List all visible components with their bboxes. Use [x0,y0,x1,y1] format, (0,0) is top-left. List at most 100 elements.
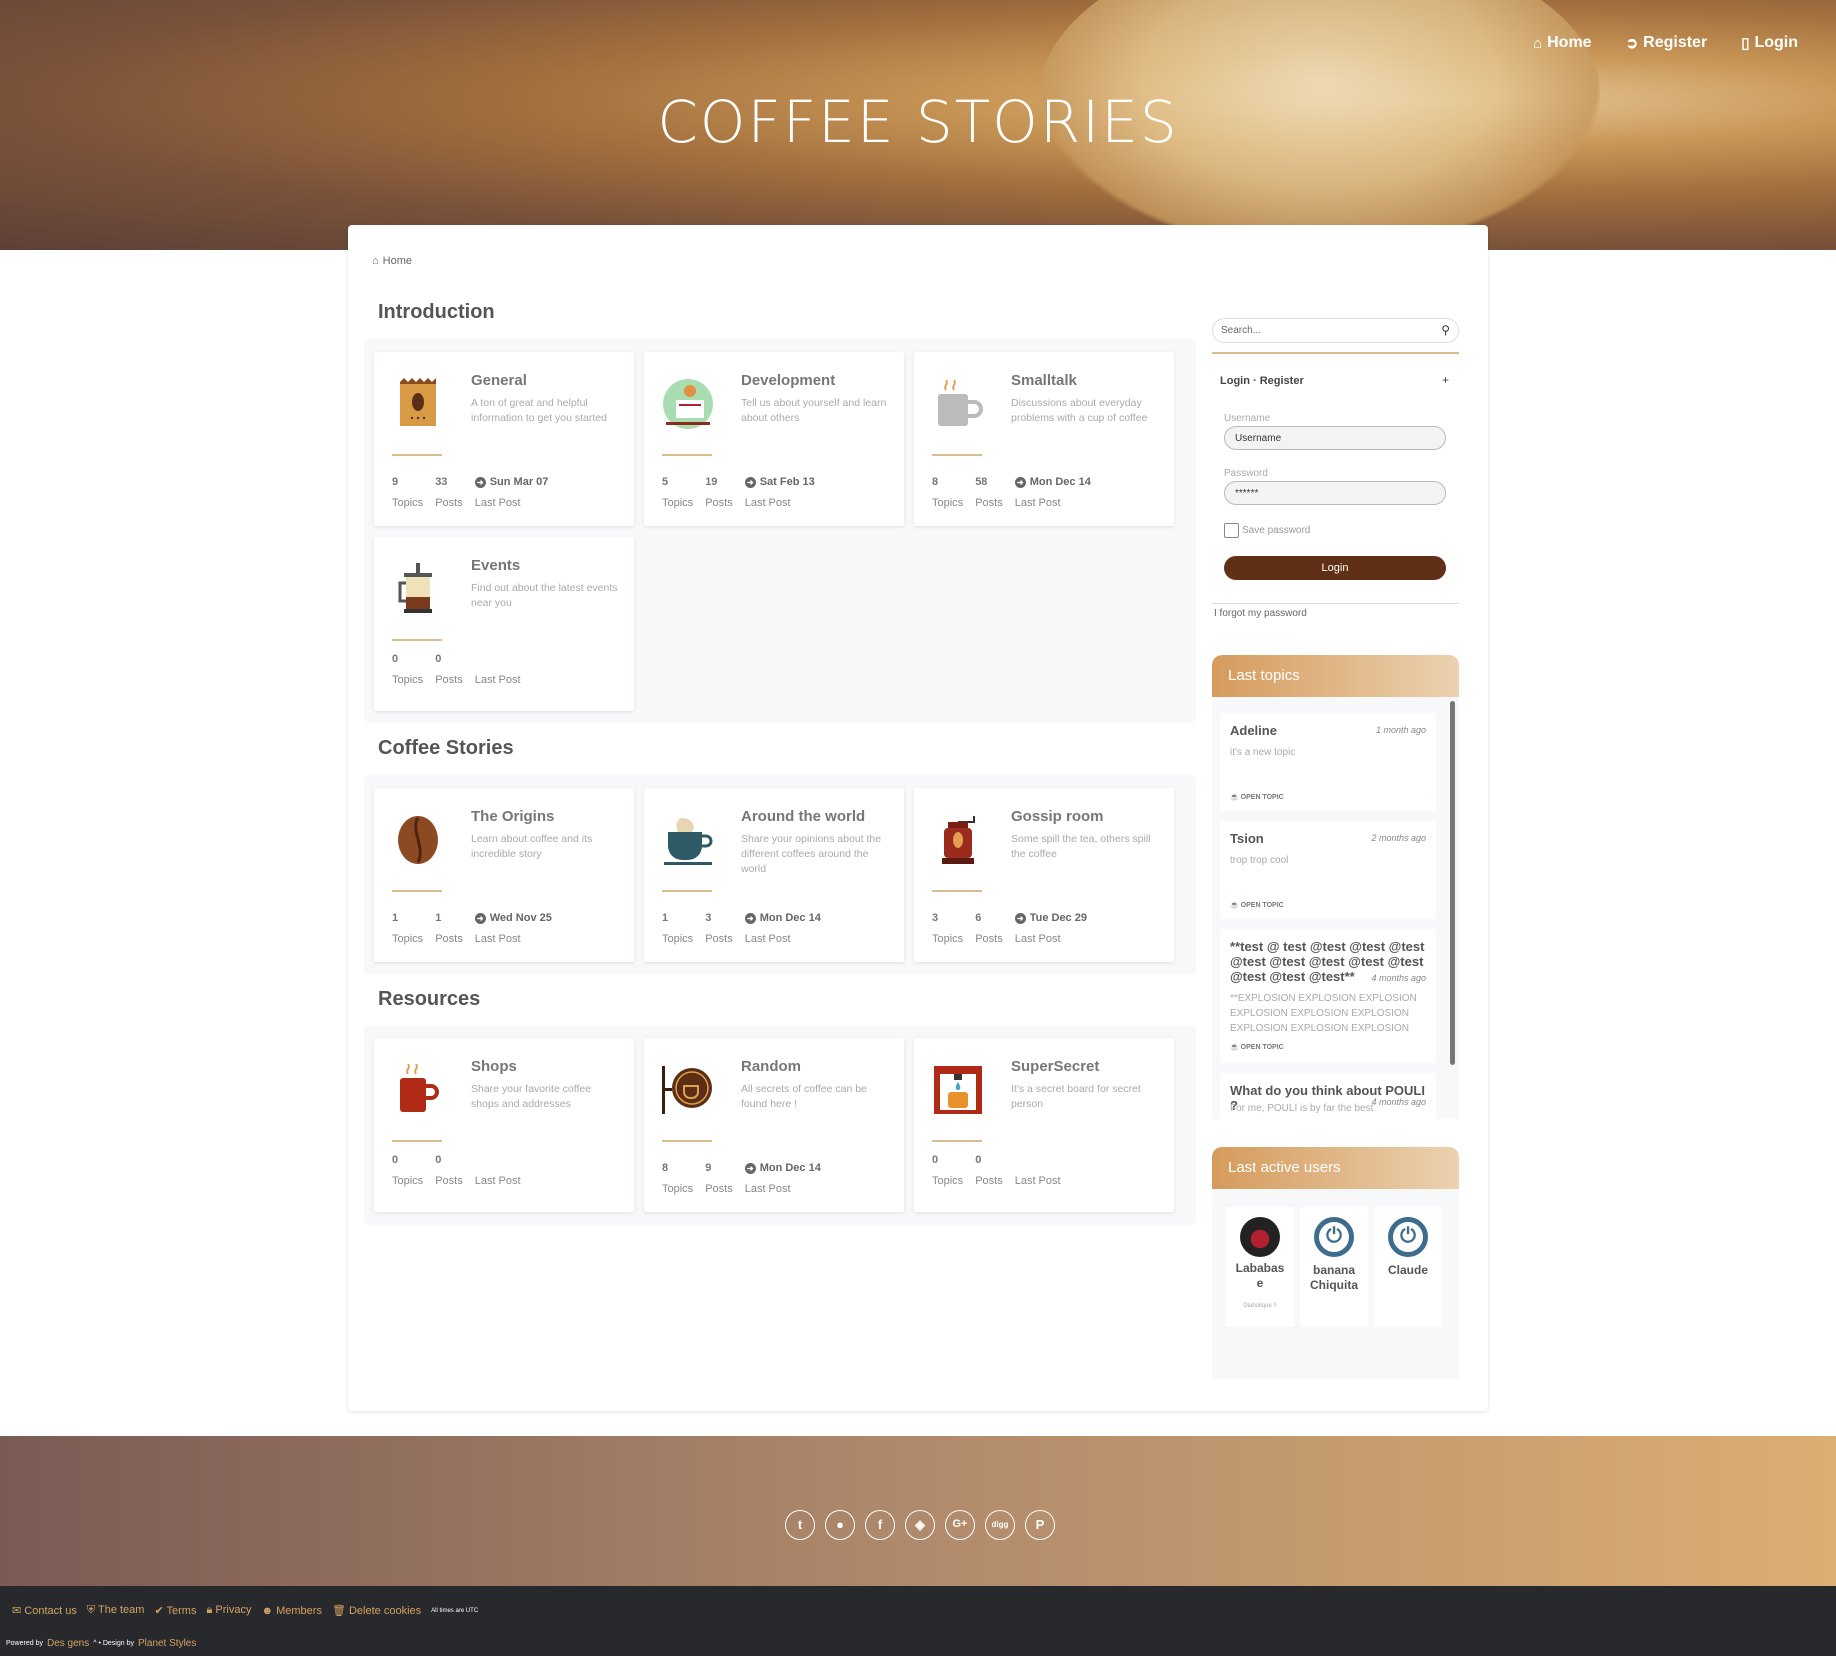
topic-count: 3 [932,912,939,924]
forum-card[interactable]: General A ton of great and helpful infor… [374,352,634,526]
forum-name[interactable]: SuperSecret [1011,1058,1099,1075]
arrow-right-icon: ➜ [744,912,756,924]
forum-name[interactable]: Development [741,372,835,389]
power-icon: ⏻ [1388,1217,1428,1257]
delete-cookies-link[interactable]: 🗑︎ Delete cookies [332,1604,421,1617]
google-plus-icon[interactable]: G+ [945,1510,975,1540]
twitter-icon[interactable]: t [785,1510,815,1540]
user-card[interactable]: ⏻ banana Chiquita [1300,1207,1368,1327]
forum-card[interactable]: Shops Share your favorite coffee shops a… [374,1038,634,1212]
password-field[interactable]: ****** [1224,481,1446,505]
forgot-password-link[interactable]: I forgot my password [1214,608,1307,619]
post-count: 19 [705,476,718,488]
forum-description: It's a secret board for secret person [1011,1083,1141,1110]
forum-card[interactable]: Development Tell us about yourself and l… [644,352,904,526]
coffee-bean-icon [392,814,444,866]
topic-count: 9 [392,476,399,488]
forum-stats: 8 Topics 58 Posts ➜ Mon Dec 14 Last Post [932,476,1091,509]
search-input[interactable]: Search... ⚲ [1212,318,1459,343]
nav-login[interactable]: ▯ Login [1741,34,1798,52]
topic-item[interactable]: Adeline 1 month ago it's a new topic ☕ O… [1220,713,1436,811]
apple-icon[interactable]: ● [825,1510,855,1540]
forum-name[interactable]: Smalltalk [1011,372,1077,389]
forum-name[interactable]: Random [741,1058,801,1075]
last-active-users-widget: Last active users Lababase Diabolique !!… [1212,1147,1459,1379]
terms-link[interactable]: ✔ Terms [154,1604,196,1617]
facebook-icon[interactable]: f [865,1510,895,1540]
forum-name[interactable]: Shops [471,1058,517,1075]
nav-home[interactable]: ⌂ Home [1533,34,1592,52]
expand-icon[interactable]: + [1442,373,1449,387]
forum-name[interactable]: Gossip room [1011,808,1104,825]
divider [662,1140,712,1142]
topic-item[interactable]: Tsion 2 months ago trop trop cool ☕ OPEN… [1220,821,1436,919]
divider [662,454,712,456]
codepen-icon[interactable]: ◈ [905,1510,935,1540]
coffee-grinder-icon [932,814,984,866]
forum-description: A ton of great and helpful information t… [471,397,607,424]
search-icon[interactable]: ⚲ [1441,323,1450,337]
topic-item[interactable]: **test @ test @test @test @test @test @t… [1220,929,1436,1063]
last-post-link[interactable]: ➜ Sat Feb 13 [744,476,815,488]
post-count: 6 [975,912,982,924]
home-icon: ⌂ [372,255,379,267]
forum-card[interactable]: Gossip room Some spill the tea, others s… [914,788,1174,962]
last-post-link[interactable]: ➜ Wed Nov 25 [474,912,552,924]
username-field[interactable]: Username [1224,426,1446,450]
post-count: 0 [435,653,442,665]
user-card[interactable]: Lababase Diabolique !! [1226,1207,1294,1327]
breadcrumb[interactable]: ⌂ Home [372,255,412,267]
category-title[interactable]: Resources [378,988,480,1011]
the-team-link[interactable]: ⛨ The team [87,1604,145,1617]
social-links: t ● f ◈ G+ digg P [0,1510,1836,1540]
forum-description: Learn about coffee and its incredible st… [471,833,593,860]
user-card[interactable]: ⏻ Claude [1374,1207,1442,1327]
forum-name[interactable]: Events [471,557,520,574]
designer-link[interactable]: Planet Styles [138,1638,196,1649]
members-link[interactable]: ☻ Members [261,1605,321,1617]
forum-stats: 8 Topics 9 Posts ➜ Mon Dec 14 Last Post [662,1162,821,1195]
pinterest-icon[interactable]: P [1025,1510,1055,1540]
arrow-right-icon: ➜ [474,912,486,924]
post-count: 58 [975,476,988,488]
topic-count: 0 [392,1154,399,1166]
powered-by-link[interactable]: Des gens [47,1638,89,1649]
topic-item[interactable]: What do you think about POULI ? 4 months… [1220,1073,1436,1119]
save-password-checkbox[interactable]: Save password [1224,523,1310,538]
last-post-link[interactable]: ➜ Mon Dec 14 [1014,476,1091,488]
forum-name[interactable]: Around the world [741,808,865,825]
last-post-link[interactable]: ➜ Mon Dec 14 [744,1162,821,1174]
digg-icon[interactable]: digg [985,1510,1015,1540]
last-post-link[interactable]: ➜ Sun Mar 07 [474,476,548,488]
privacy-link[interactable]: 🔒︎ Privacy [206,1604,251,1617]
last-post-link[interactable]: ➜ Tue Dec 29 [1014,912,1087,924]
forum-name[interactable]: The Origins [471,808,554,825]
forum-stats: 1 Topics 1 Posts ➜ Wed Nov 25 Last Post [392,912,552,945]
coffee-bag-icon [392,378,444,430]
forum-stats: 0 Topics 0 Posts Last Post [932,1154,1061,1187]
divider [392,639,442,641]
divider [932,1140,982,1142]
forum-card[interactable]: SuperSecret It's a secret board for secr… [914,1038,1174,1212]
forum-card[interactable]: Smalltalk Discussions about everyday pro… [914,352,1174,526]
login-button[interactable]: Login [1224,556,1446,580]
forum-card[interactable]: Around the world Share your opinions abo… [644,788,904,962]
post-count: 0 [975,1154,982,1166]
cappuccino-cup-icon [662,814,714,866]
category-title[interactable]: Coffee Stories [378,737,514,760]
checkbox[interactable] [1224,523,1239,538]
open-topic-tag: ☕ OPEN TOPIC [1230,794,1284,801]
divider [662,890,712,892]
forum-card[interactable]: The Origins Learn about coffee and its i… [374,788,634,962]
nav-register[interactable]: ➲ Register [1626,34,1708,52]
login-register-heading[interactable]: Login · Register [1220,375,1304,387]
scrollbar[interactable] [1450,701,1455,1065]
forum-card[interactable]: Random All secrets of coffee can be foun… [644,1038,904,1212]
last-post-link[interactable]: ➜ Mon Dec 14 [744,912,821,924]
coffee-machine-icon [932,1064,984,1116]
french-press-icon [392,563,444,615]
forum-name[interactable]: General [471,372,527,389]
contact-us-link[interactable]: ✉ Contact us [12,1604,77,1617]
forum-card[interactable]: Events Find out about the latest events … [374,537,634,711]
category-title[interactable]: Introduction [378,301,495,324]
